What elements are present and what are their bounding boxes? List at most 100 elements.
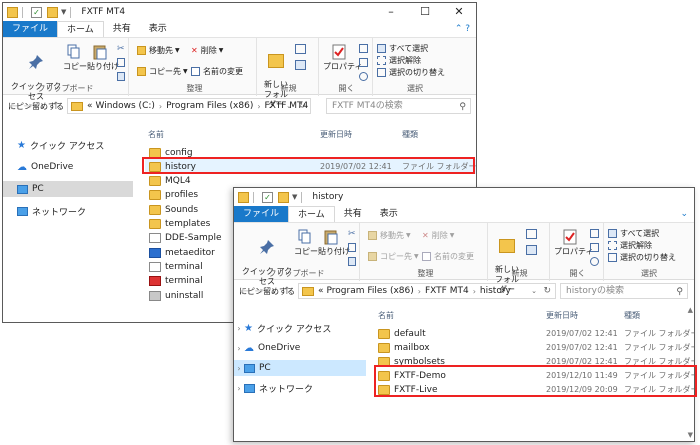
open-icon[interactable] <box>590 229 599 238</box>
select-all-button[interactable]: すべて選択 <box>377 43 428 54</box>
file-row[interactable]: mailbox 2019/07/02 12:41 ファイル フォルダー <box>374 340 694 355</box>
chevron-down-icon[interactable]: ▼ <box>61 8 66 16</box>
properties-button[interactable]: プロパティ <box>323 44 363 72</box>
invert-selection-button[interactable]: 選択の切り替え <box>608 252 676 263</box>
move-to-button[interactable]: 移動先 ▼ <box>368 230 411 241</box>
easy-access-icon[interactable] <box>295 60 306 70</box>
tab-file[interactable]: ファイル <box>3 21 58 37</box>
maximize-button[interactable]: ☐ <box>408 3 442 21</box>
delete-button[interactable]: ✕ 削除 ▼ <box>422 230 454 241</box>
copy-button[interactable]: コピー <box>63 44 87 72</box>
tab-home[interactable]: ホーム <box>288 206 335 222</box>
up-arrow-icon[interactable]: ↑ <box>49 101 63 112</box>
select-none-button[interactable]: 選択解除 <box>608 240 652 251</box>
nav-item-quick-access[interactable]: ★ クイック アクセス <box>3 137 135 153</box>
delete-button[interactable]: ✕ 削除 ▼ <box>191 45 223 56</box>
back-arrow-icon[interactable]: ← <box>238 286 252 297</box>
refresh-icon[interactable]: ↻ <box>298 101 306 111</box>
copy-button[interactable]: コピー <box>294 229 318 257</box>
minimize-button[interactable]: – <box>374 3 408 21</box>
breadcrumb-program-files[interactable]: Program Files (x86) <box>166 101 253 111</box>
column-header-type[interactable]: 種類 <box>624 310 640 321</box>
paste-button[interactable]: 貼り付け <box>318 229 350 257</box>
copy-path-icon[interactable] <box>117 58 125 67</box>
properties-check-icon[interactable]: ✓ <box>31 6 42 18</box>
recent-chevron-icon[interactable]: ⌄ <box>266 287 280 295</box>
select-all-button[interactable]: すべて選択 <box>608 228 659 239</box>
column-header-date[interactable]: 更新日時 <box>320 129 352 140</box>
breadcrumb-drive[interactable]: Windows (C:) <box>96 101 155 111</box>
close-button[interactable]: ✕ <box>442 3 476 21</box>
edit-icon[interactable] <box>359 58 368 67</box>
search-input[interactable]: FXTF MT4の検索 ⚲ <box>326 98 471 114</box>
copy-to-button[interactable]: コピー先 ▼ <box>137 66 188 77</box>
paste-shortcut-icon[interactable] <box>117 72 125 81</box>
nav-item-pc[interactable]: PC <box>3 181 133 197</box>
paste-button[interactable]: 貼り付け <box>87 44 119 72</box>
address-dropdown-icon[interactable]: ⌄ <box>531 287 537 295</box>
nav-item-onedrive[interactable]: › ☁ OneDrive <box>234 340 366 356</box>
column-header-date[interactable]: 更新日時 <box>546 310 578 321</box>
properties-check-icon[interactable]: ✓ <box>262 191 273 203</box>
help-icon[interactable]: ⌄ <box>680 206 688 222</box>
column-header-name[interactable]: 名前 <box>378 310 394 321</box>
column-header-name[interactable]: 名前 <box>148 129 164 140</box>
address-bar[interactable]: « Windows (C:) › Program Files (x86) › F… <box>67 98 311 114</box>
tab-share[interactable]: 共有 <box>335 206 371 222</box>
invert-selection-button[interactable]: 選択の切り替え <box>377 67 445 78</box>
address-dropdown-icon[interactable]: ⌄ <box>286 102 292 110</box>
history-icon[interactable] <box>359 72 368 81</box>
tab-file[interactable]: ファイル <box>234 206 289 222</box>
recent-chevron-icon[interactable]: ⌄ <box>35 102 49 110</box>
scroll-up-icon[interactable]: ▲ <box>688 306 693 314</box>
breadcrumb-program-files[interactable]: Program Files (x86) <box>327 286 414 296</box>
cut-icon[interactable]: ✂ <box>348 229 356 239</box>
edit-icon[interactable] <box>590 243 599 252</box>
chevron-right-icon[interactable]: › <box>234 384 244 393</box>
back-arrow-icon[interactable]: ← <box>7 101 21 112</box>
new-folder-icon[interactable] <box>47 6 58 18</box>
paste-shortcut-icon[interactable] <box>348 257 356 266</box>
history-icon[interactable] <box>590 257 599 266</box>
rename-button[interactable]: 名前の変更 <box>422 251 474 262</box>
move-to-button[interactable]: 移動先 ▼ <box>137 45 180 56</box>
nav-item-network[interactable]: ネットワーク <box>3 203 135 219</box>
breadcrumb-fxtf-mt4[interactable]: FXTF MT4 <box>425 286 469 296</box>
search-input[interactable]: historyの検索 ⚲ <box>560 283 688 299</box>
scroll-down-icon[interactable]: ▼ <box>688 431 693 439</box>
forward-arrow-icon[interactable]: → <box>21 101 35 112</box>
chevron-right-icon[interactable]: › <box>234 324 244 333</box>
chevron-down-icon[interactable]: ▼ <box>292 193 297 201</box>
properties-button[interactable]: プロパティ <box>554 229 594 257</box>
nav-item-pc[interactable]: › PC <box>234 360 366 376</box>
tab-share[interactable]: 共有 <box>104 21 140 37</box>
file-name: uninstall <box>165 290 204 301</box>
select-none-button[interactable]: 選択解除 <box>377 55 421 66</box>
help-icon[interactable]: ⌃ ? <box>455 21 470 37</box>
refresh-icon[interactable]: ↻ <box>543 286 551 296</box>
tab-home[interactable]: ホーム <box>57 21 104 37</box>
easy-access-icon[interactable] <box>526 245 537 255</box>
new-item-icon[interactable] <box>295 44 306 54</box>
file-name: MQL4 <box>165 176 191 187</box>
breadcrumb-history[interactable]: history <box>480 286 511 296</box>
rename-button[interactable]: 名前の変更 <box>191 66 243 77</box>
copy-to-button[interactable]: コピー先 ▼ <box>368 251 419 262</box>
nav-item-onedrive[interactable]: ☁ OneDrive <box>3 159 135 175</box>
file-row[interactable]: default 2019/07/02 12:41 ファイル フォルダー <box>374 326 694 341</box>
tab-view[interactable]: 表示 <box>371 206 407 222</box>
nav-item-quick-access[interactable]: › ★ クイック アクセス <box>234 320 366 336</box>
address-bar[interactable]: « Program Files (x86) › FXTF MT4 › histo… <box>298 283 556 299</box>
nav-item-network[interactable]: › ネットワーク <box>234 380 366 396</box>
cut-icon[interactable]: ✂ <box>117 44 125 54</box>
chevron-right-icon[interactable]: › <box>234 344 244 353</box>
new-item-icon[interactable] <box>526 229 537 239</box>
forward-arrow-icon[interactable]: → <box>252 286 266 297</box>
chevron-right-icon[interactable]: › <box>234 364 244 373</box>
column-header-type[interactable]: 種類 <box>402 129 418 140</box>
tab-view[interactable]: 表示 <box>140 21 176 37</box>
up-arrow-icon[interactable]: ↑ <box>280 286 294 297</box>
open-icon[interactable] <box>359 44 368 53</box>
new-folder-icon[interactable] <box>278 191 289 203</box>
copy-path-icon[interactable] <box>348 243 356 252</box>
